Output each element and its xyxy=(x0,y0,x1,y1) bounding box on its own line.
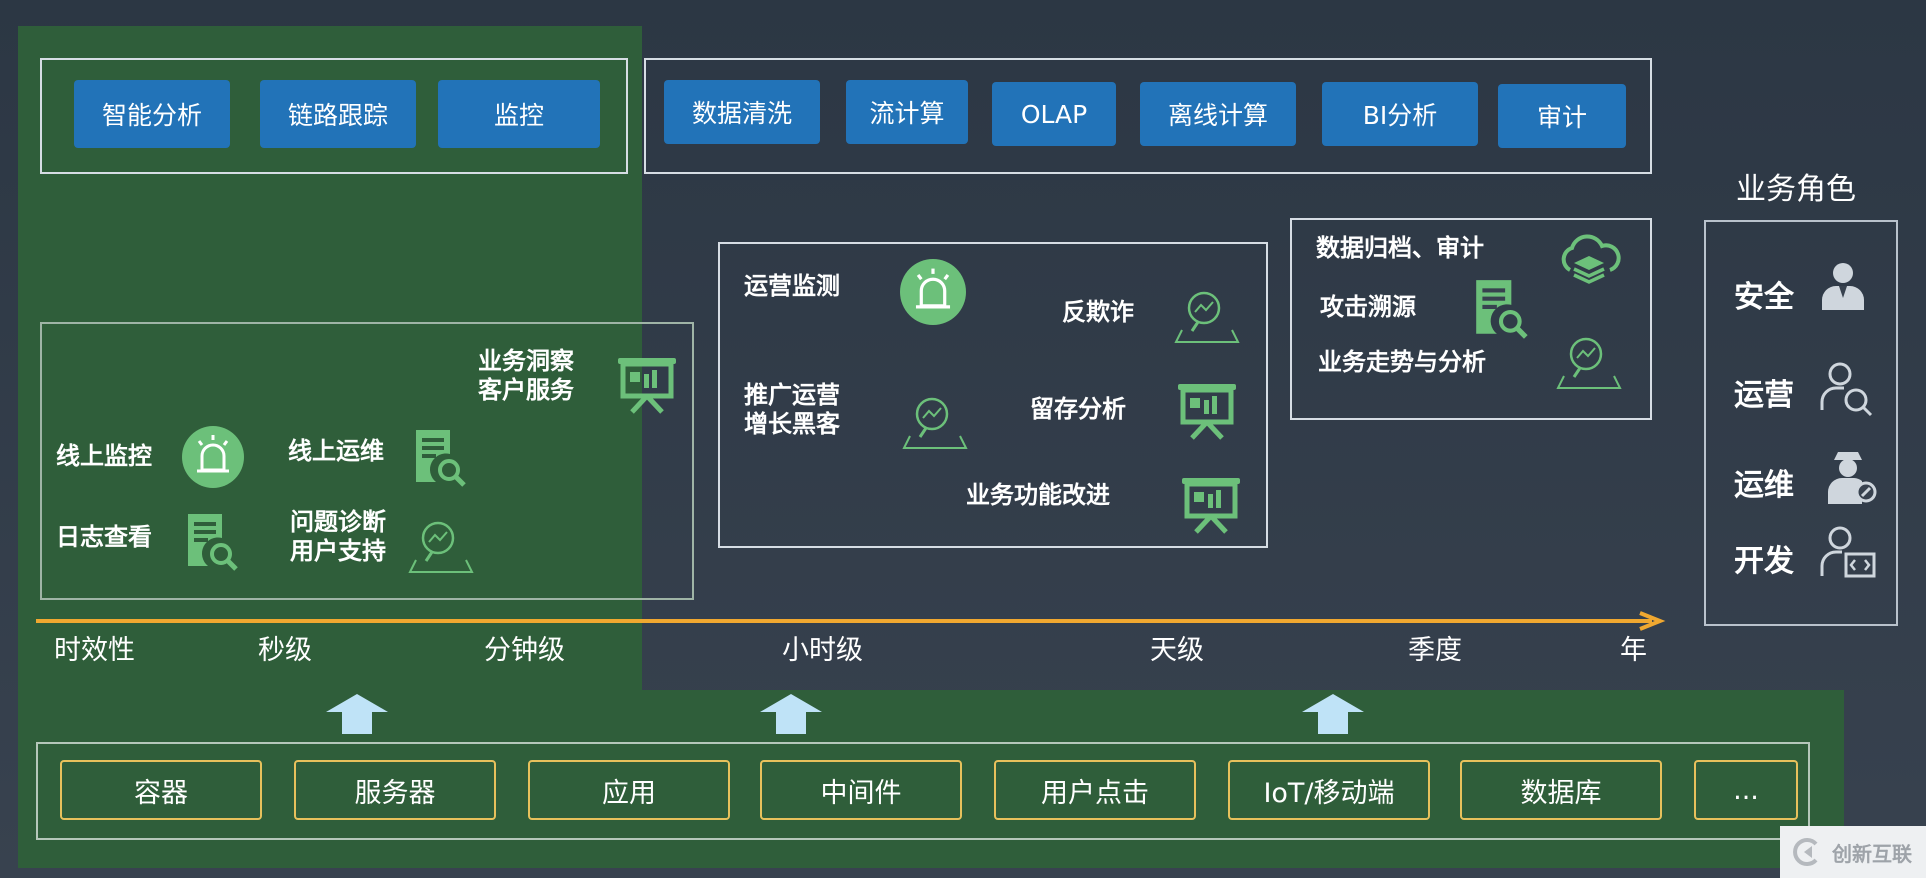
source-database[interactable]: 数据库 xyxy=(1460,760,1662,820)
up-arrow-icon xyxy=(1302,694,1364,734)
attack-trace-label: 攻击溯源 xyxy=(1320,293,1416,321)
source-server[interactable]: 服务器 xyxy=(294,760,496,820)
stream-computing-button[interactable]: 流计算 xyxy=(846,80,968,144)
presentation-chart-icon xyxy=(1178,384,1236,440)
role-operation-label: 运营 xyxy=(1734,378,1794,413)
log-view-label: 日志查看 xyxy=(56,523,152,551)
source-middleware[interactable]: 中间件 xyxy=(760,760,962,820)
audit-button[interactable]: 审计 xyxy=(1498,84,1626,148)
data-cleansing-button[interactable]: 数据清洗 xyxy=(664,80,820,144)
magnifier-chart-icon xyxy=(1174,291,1240,343)
archive-audit-label: 数据归档、审计 xyxy=(1316,234,1484,262)
anti-fraud-label: 反欺诈 xyxy=(1062,298,1134,326)
document-search-icon xyxy=(416,430,466,487)
diagnosis-label: 问题诊断 用户支持 xyxy=(290,508,386,565)
up-arrow-icon xyxy=(760,694,822,734)
tick-minute: 分钟级 xyxy=(484,635,565,666)
user-analytics-icon xyxy=(1820,362,1873,417)
role-ops-label: 运维 xyxy=(1734,468,1794,503)
online-ops-label: 线上运维 xyxy=(288,437,384,465)
business-insight-label: 业务洞察 客户服务 xyxy=(478,347,574,404)
source-application[interactable]: 应用 xyxy=(528,760,730,820)
watermark-text: 创新互联 xyxy=(1832,841,1912,866)
roles-title: 业务角色 xyxy=(1736,172,1856,207)
role-dev-label: 开发 xyxy=(1734,544,1794,579)
tick-year: 年 xyxy=(1620,635,1647,666)
cloud-layers-icon xyxy=(1561,234,1621,284)
online-monitor-label: 线上监控 xyxy=(56,442,152,470)
trace-button[interactable]: 链路跟踪 xyxy=(260,80,416,148)
magnifier-chart-icon xyxy=(408,521,474,573)
trend-analysis-label: 业务走势与分析 xyxy=(1318,348,1486,376)
presentation-chart-icon xyxy=(618,358,676,414)
magnifier-chart-icon xyxy=(902,397,968,449)
document-search-icon xyxy=(1476,280,1528,339)
alarm-icon xyxy=(182,426,244,488)
source-user-click[interactable]: 用户点击 xyxy=(994,760,1196,820)
ops-monitor-label: 运营监测 xyxy=(744,272,840,300)
source-iot-mobile[interactable]: IoT/移动端 xyxy=(1228,760,1430,820)
watermark: 创新互联 xyxy=(1780,826,1926,878)
smart-analysis-button[interactable]: 智能分析 xyxy=(74,80,230,148)
olap-button[interactable]: OLAP xyxy=(992,82,1116,146)
tick-day: 天级 xyxy=(1150,635,1204,666)
offline-computing-button[interactable]: 离线计算 xyxy=(1140,82,1296,146)
watermark-logo-icon xyxy=(1793,838,1818,866)
monitor-button[interactable]: 监控 xyxy=(438,80,600,148)
tick-timeliness: 时效性 xyxy=(54,635,135,666)
tick-hour: 小时级 xyxy=(782,635,863,666)
source-container[interactable]: 容器 xyxy=(60,760,262,820)
up-arrow-icon xyxy=(326,694,388,734)
alarm-icon xyxy=(900,259,966,325)
engineer-wrench-icon xyxy=(1828,452,1877,504)
security-agent-icon xyxy=(1822,263,1864,310)
tick-quarter: 季度 xyxy=(1408,635,1462,666)
promotion-label: 推广运营 增长黑客 xyxy=(744,381,840,438)
retention-label: 留存分析 xyxy=(1030,395,1126,423)
bi-analysis-button[interactable]: BI分析 xyxy=(1322,82,1478,146)
feature-improve-label: 业务功能改进 xyxy=(966,481,1110,509)
tick-second: 秒级 xyxy=(258,635,312,666)
presentation-chart-icon xyxy=(1182,478,1240,534)
document-search-icon xyxy=(188,514,238,571)
source-more[interactable]: ... xyxy=(1694,760,1798,820)
developer-code-icon xyxy=(1820,526,1876,578)
role-security-label: 安全 xyxy=(1734,280,1794,315)
magnifier-chart-icon xyxy=(1556,337,1622,389)
diagram-canvas: 智能分析 链路跟踪 监控 数据清洗 流计算 OLAP 离线计算 BI分析 审计 … xyxy=(0,0,1926,878)
